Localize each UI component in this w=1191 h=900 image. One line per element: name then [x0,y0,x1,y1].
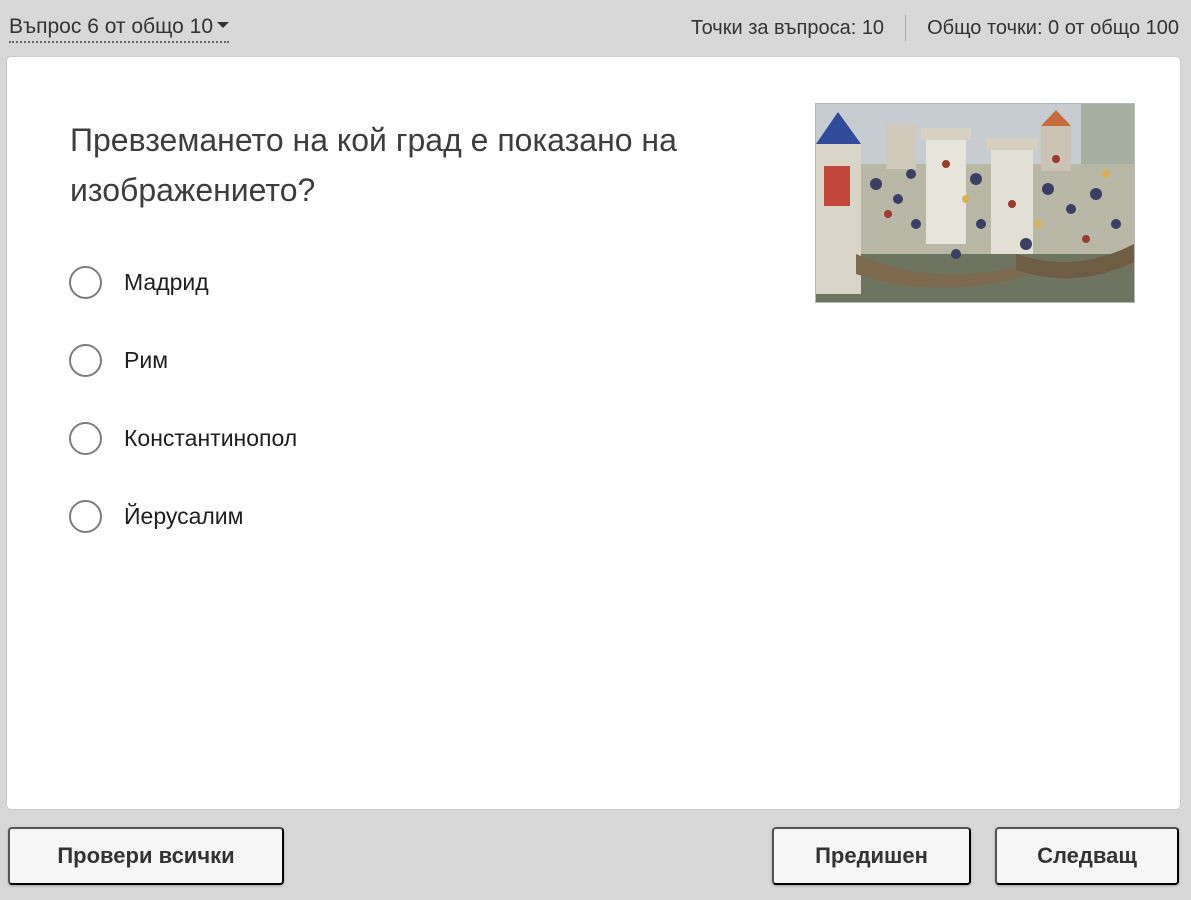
radio-button[interactable] [69,343,102,377]
siege-illustration [816,104,1134,302]
answer-option[interactable]: Йерусалим [69,496,297,536]
answer-list: Мадрид Рим Константинопол Йерусалим [69,262,297,574]
answer-label: Мадрид [124,268,209,295]
previous-button[interactable]: Предишен [772,827,971,885]
total-points: Общо точки: 0 от общо 100 [927,16,1179,39]
question-navigator-label: Въпрос 6 от общо 10 [9,15,214,38]
divider [905,15,907,41]
answer-option[interactable]: Константинопол [69,418,297,458]
question-image [815,103,1135,303]
quiz-header: Въпрос 6 от общо 10 Точки за въпроса: 10… [0,0,1191,56]
answer-label: Рим [124,346,169,373]
answer-option[interactable]: Рим [69,340,297,380]
radio-button[interactable] [69,265,102,299]
question-text: Превземането на кой град е показано на и… [70,122,677,208]
answer-label: Константинопол [124,424,298,451]
question-card: Превземането на кой град е показано на и… [7,57,1180,809]
answer-option[interactable]: Мадрид [69,262,297,302]
question-points: Точки за въпроса: 10 [690,16,885,39]
radio-button[interactable] [69,421,102,455]
score-info: Точки за въпроса: 10 Общо точки: 0 от об… [691,15,1179,41]
chevron-down-icon [217,22,230,29]
answer-label: Йерусалим [124,502,244,529]
question-navigator-dropdown[interactable]: Въпрос 6 от общо 10 [9,14,230,43]
next-button[interactable]: Следващ [995,827,1179,885]
radio-button[interactable] [69,499,102,533]
check-all-button[interactable]: Провери всички [8,827,284,885]
